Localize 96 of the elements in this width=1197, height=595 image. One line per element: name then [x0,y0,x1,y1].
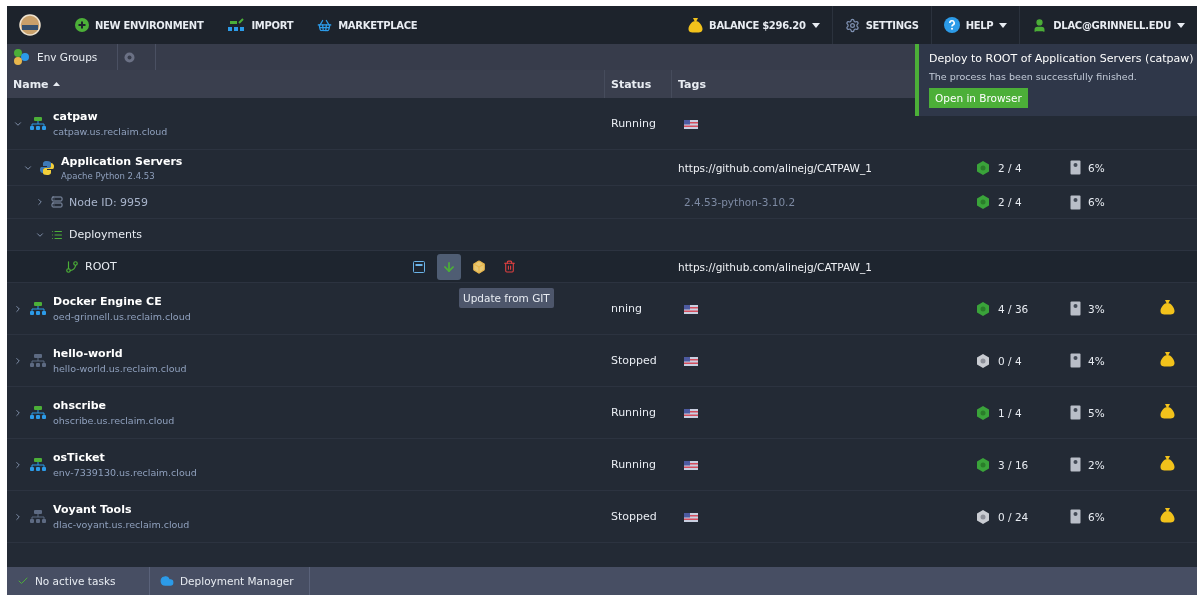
cloudlet-count: 2 / 4 [998,196,1022,208]
money-bag-icon [1160,298,1175,315]
environment-domain[interactable]: hello-world.us.reclaim.cloud [53,363,187,374]
config-file-icon [413,260,425,273]
money-bag-icon [1160,350,1175,367]
cloudlet-count: 3 / 16 [998,458,1029,471]
environment-name[interactable]: Voyant Tools [53,503,190,516]
cloudlet-icon [975,352,991,369]
check-icon [17,575,29,587]
disk-usage: 4% [1088,354,1105,367]
download-arrow-icon [442,259,456,274]
branch-icon [65,259,79,274]
trash-icon [502,260,516,273]
environment-status: Stopped [610,354,658,367]
disk-usage: 6% [1088,161,1105,174]
cloudlet-count: 0 / 24 [998,510,1029,523]
environment-name[interactable]: hello-world [53,347,187,360]
expand-chevron-icon[interactable] [13,459,23,470]
disk-usage: 2% [1088,458,1105,471]
disk-usage: 5% [1088,406,1105,419]
toolbar-button[interactable]: MARKETPLACE [305,6,430,44]
environment-domain[interactable]: dlac-voyant.us.reclaim.cloud [53,519,190,530]
environment-status: Stopped [610,510,658,523]
settings-icon [844,17,860,33]
environment-status: Running [610,458,658,471]
cloudlet-icon [975,456,991,473]
environment-name[interactable]: osTicket [53,451,197,464]
cloudlet-count: 4 / 36 [998,302,1029,315]
import-icon [227,18,246,32]
cloudlet-icon [975,194,991,210]
environment-name[interactable]: ohscribe [53,399,175,412]
action-button[interactable] [437,253,461,280]
disk-usage: 6% [1088,510,1105,523]
money-bag-icon [1160,402,1175,419]
environment-name[interactable]: Docker Engine CE [53,295,191,308]
environment-status: nning [610,302,643,315]
deployments-label: Deployments [69,228,142,241]
flag-icon [684,305,698,314]
cloudlet-icon [975,159,991,176]
flag-icon [684,120,698,129]
tasks-status[interactable]: No active tasks [7,567,150,595]
cloudlet-icon [975,508,991,525]
add-icon [75,18,89,32]
repository-url: https://github.com/alinejg/CATPAW_1 [677,260,873,273]
node-icon [51,196,63,208]
flag-icon [684,357,698,366]
environment-domain[interactable]: env-7339130.us.reclaim.cloud [53,467,197,478]
flag-icon [684,461,698,470]
expand-chevron-icon[interactable] [13,407,23,418]
toolbar-button[interactable]: IMPORT [215,6,306,44]
environment-status: Running [610,406,658,419]
cloud-icon [160,574,174,588]
flag-icon [684,513,698,522]
tooltip: Update from GIT [459,287,554,308]
python-icon [39,159,55,176]
environment-status: Running [610,117,658,130]
expand-chevron-icon[interactable] [13,355,23,366]
environment-name[interactable]: catpaw [53,110,168,123]
repository-url: https://github.com/alinejg/CATPAW_1 [677,161,873,174]
cloudlet-count: 1 / 4 [998,406,1022,419]
expand-chevron-icon[interactable] [13,303,23,314]
sort-up-icon [52,82,60,86]
disk-usage: 6% [1088,196,1105,208]
package-icon [472,259,486,274]
money-bag-icon [1160,506,1175,523]
notification-message: The process has been successfully finished. [929,71,1138,82]
flag-icon [684,409,698,418]
help-icon [943,17,960,33]
node-id: Node ID: 9959 [69,195,149,209]
expand-chevron-icon[interactable] [13,511,23,522]
cloudlet-count: 0 / 4 [998,354,1022,367]
version-tag: 2.4.53-python-3.10.2 [672,196,975,208]
column-header[interactable]: Status [605,70,672,98]
layer-version: Apache Python 2.4.53 [61,170,156,181]
environment-domain[interactable]: oed-grinnell.us.reclaim.cloud [53,311,191,322]
groups-icon [13,49,31,65]
environment-domain[interactable]: catpaw.us.reclaim.cloud [53,126,168,137]
user-icon [1032,17,1048,33]
menu-button[interactable]: BALANCE $296.20 [676,6,832,44]
cloudlet-count: 2 / 4 [998,161,1022,174]
expand-chevron-icon[interactable] [35,197,45,207]
gear-icon [124,51,136,63]
logo-icon[interactable] [19,14,41,36]
layer-name: Application Servers [61,154,183,168]
money-bag-icon [688,17,704,33]
list-icon [51,228,63,241]
basket-icon [317,17,333,33]
deployment-name: ROOT [85,260,117,273]
environment-domain[interactable]: ohscribe.us.reclaim.cloud [53,415,175,426]
deployment-manager-tab[interactable]: Deployment Manager [150,567,310,595]
column-header[interactable]: Name [7,70,605,98]
toolbar-button[interactable]: NEW ENVIRONMENT [63,6,216,44]
cloudlet-icon [975,404,991,421]
money-bag-icon [1160,454,1175,471]
disk-usage: 3% [1088,302,1105,315]
cloudlet-icon [975,300,991,317]
